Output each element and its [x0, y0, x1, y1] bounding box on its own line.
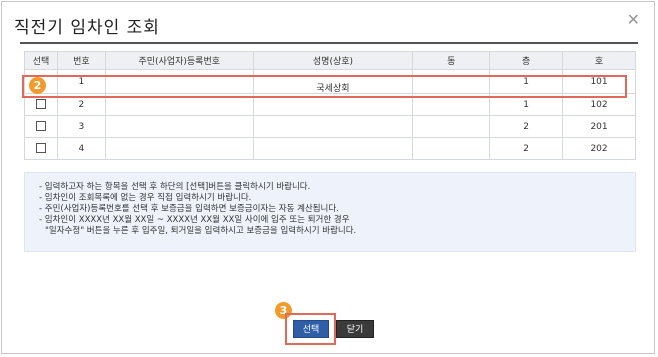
- row-select-cell[interactable]: [24, 115, 58, 138]
- row-dong: [412, 69, 491, 94]
- dialog-title: 직전기 임차인 조회: [14, 18, 160, 38]
- notice-line: - 주민(사업자)등록번호를 선택 후 보증금을 입력하면 보증금이자는 자동 …: [39, 204, 339, 214]
- row-name: [252, 137, 414, 160]
- tenant-table: 선택 번호 주민(사업자)등록번호 성명(상호) 동 층 호 1 국세상회 1 …: [24, 51, 636, 160]
- row-checkbox[interactable]: [35, 143, 46, 154]
- row-reg-number: [104, 93, 254, 116]
- step-badge-button: 3: [275, 302, 292, 319]
- row-floor: 1: [489, 93, 564, 116]
- row-name: [252, 115, 414, 138]
- row-checkbox[interactable]: [35, 121, 46, 132]
- select-button[interactable]: 선택: [293, 320, 329, 338]
- close-button[interactable]: 닫기: [336, 320, 374, 338]
- table-row[interactable]: 3 2 201: [24, 115, 636, 138]
- header-reg-number: 주민(사업자)등록번호: [104, 51, 254, 70]
- title-divider: [20, 42, 638, 44]
- header-name: 성명(상호): [252, 51, 414, 70]
- row-number: 3: [56, 115, 106, 138]
- notice-line: - 임차인이 조회목록에 없는 경우 직접 입력하시기 바랍니다.: [39, 193, 252, 203]
- row-name-text: 국세상회: [316, 84, 350, 94]
- row-name: [252, 93, 414, 116]
- header-ho: 호: [562, 51, 636, 70]
- header-number: 번호: [56, 51, 106, 70]
- row-number: 2: [56, 93, 106, 116]
- row-name: 국세상회: [252, 69, 414, 94]
- header-select: 선택: [24, 51, 58, 70]
- header-floor: 층: [489, 51, 564, 70]
- notice-box: - 입력하고자 하는 항목을 선택 후 하단의 [선택]버튼을 클릭하시기 바랍…: [24, 172, 636, 252]
- table-row[interactable]: 2 1 102: [24, 93, 636, 116]
- row-reg-number: [104, 115, 254, 138]
- row-ho: 101: [562, 69, 636, 94]
- table-row[interactable]: 1 국세상회 1 101: [24, 69, 636, 94]
- row-dong: [412, 115, 491, 138]
- close-icon[interactable]: ✕: [627, 10, 640, 29]
- row-checkbox[interactable]: [35, 99, 46, 110]
- notice-line: "일자수정" 버튼을 누른 후 입주일, 퇴거일을 입력하시고 보증금을 입력하…: [45, 226, 357, 236]
- row-ho: 201: [562, 115, 636, 138]
- row-ho: 202: [562, 137, 636, 160]
- row-ho: 102: [562, 93, 636, 116]
- row-reg-number: [104, 137, 254, 160]
- row-number: 1: [56, 69, 106, 94]
- notice-line: - 입력하고자 하는 항목을 선택 후 하단의 [선택]버튼을 클릭하시기 바랍…: [39, 182, 311, 192]
- header-dong: 동: [412, 51, 491, 70]
- row-select-cell[interactable]: [24, 93, 58, 116]
- row-reg-number: [104, 69, 254, 94]
- notice-line: - 임차인이 XXXX년 XX월 XX일 ~ XXXX년 XX월 XX일 사이에…: [39, 215, 350, 225]
- step-badge-row: 2: [29, 77, 46, 94]
- table-header-row: 선택 번호 주민(사업자)등록번호 성명(상호) 동 층 호: [24, 51, 636, 70]
- row-number: 4: [56, 137, 106, 160]
- table-row[interactable]: 4 2 202: [24, 137, 636, 160]
- row-floor: 2: [489, 115, 564, 138]
- row-floor: 2: [489, 137, 564, 160]
- row-dong: [412, 137, 491, 160]
- row-dong: [412, 93, 491, 116]
- row-floor: 1: [489, 69, 564, 94]
- row-select-cell[interactable]: [24, 137, 58, 160]
